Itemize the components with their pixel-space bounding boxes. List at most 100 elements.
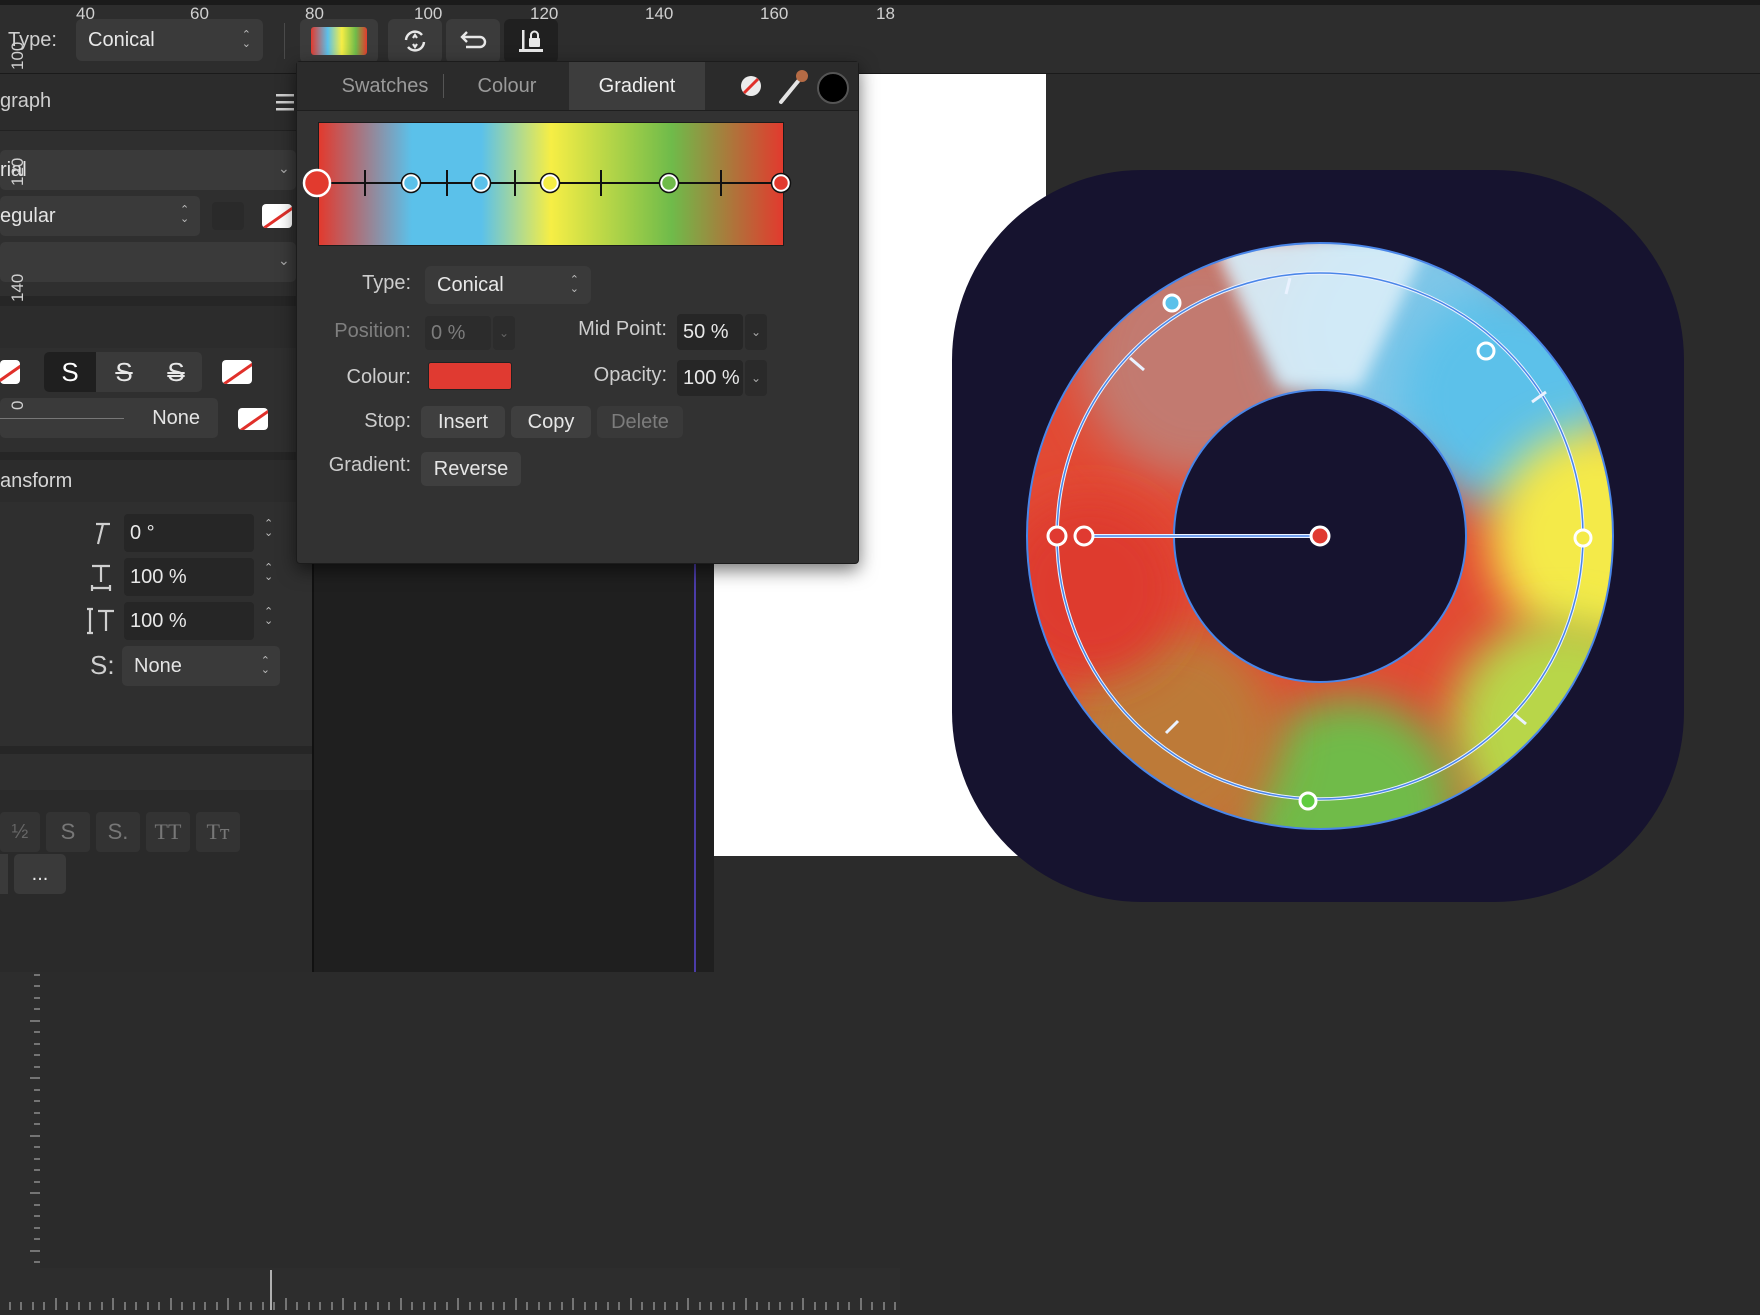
- gradient-swatch-icon: [311, 27, 367, 55]
- gradient-stop[interactable]: [771, 173, 791, 193]
- gradient-stop-selected[interactable]: [302, 168, 332, 198]
- gradient-stop[interactable]: [540, 173, 560, 193]
- gradient-stop[interactable]: [471, 173, 491, 193]
- underline-style-button[interactable]: S: [44, 352, 96, 392]
- rotation-field[interactable]: 0 °: [124, 514, 254, 552]
- glyph: ½: [11, 820, 29, 843]
- text-colour-swatch[interactable]: [212, 202, 244, 230]
- ruler-top: 40 60 80 100 120 140 160 18: [0, 4, 900, 1310]
- font-style-select[interactable]: egular: [0, 196, 200, 236]
- reverse-label: Reverse: [433, 457, 509, 480]
- shear-icon: S:: [90, 650, 115, 680]
- current-colour-well[interactable]: [817, 72, 849, 104]
- insert-stop-button[interactable]: Insert: [421, 406, 505, 438]
- gradient-swatch-button[interactable]: [300, 19, 378, 63]
- fraction-button[interactable]: ½: [0, 812, 40, 852]
- flip-button[interactable]: [388, 19, 442, 63]
- midpoint-field[interactable]: 50 %: [677, 314, 743, 350]
- font-size-select[interactable]: [0, 242, 296, 282]
- reverse-icon: [460, 31, 487, 49]
- superscript-button[interactable]: S: [46, 812, 90, 852]
- edge-button[interactable]: [0, 854, 8, 894]
- ruler-top-label: 120: [530, 4, 559, 23]
- chevron-down-icon: ⌄: [278, 252, 290, 268]
- stepper-icon[interactable]: ⌃ ⌄: [264, 563, 273, 583]
- type-select[interactable]: Conical ⌃ ⌄: [76, 19, 263, 61]
- selection-guide: [694, 560, 696, 972]
- center-handle[interactable]: [1309, 525, 1331, 547]
- rotation-value: 0 °: [130, 521, 155, 544]
- delete-stop-button[interactable]: Delete: [597, 406, 683, 438]
- tab-label: Colour: [477, 74, 537, 97]
- position-field[interactable]: 0 %: [425, 316, 491, 350]
- midpoint-value: 50 %: [683, 320, 729, 343]
- chevron-down-icon[interactable]: ⌄: [745, 360, 767, 396]
- shear-value: None: [134, 654, 182, 677]
- reverse-gradient-button[interactable]: Reverse: [421, 452, 521, 486]
- end-handle[interactable]: [1046, 525, 1068, 547]
- more-button[interactable]: ...: [14, 854, 66, 894]
- stop-handle[interactable]: [1476, 341, 1496, 361]
- chevron-down-icon[interactable]: ⌄: [493, 316, 515, 350]
- ruler-top-label: 80: [305, 4, 324, 23]
- stop-handle[interactable]: [1573, 528, 1593, 548]
- opacity-field[interactable]: 100 %: [677, 360, 743, 396]
- panel-edge: [312, 560, 314, 972]
- stop-colour-well[interactable]: [428, 362, 512, 390]
- double-strike-button[interactable]: S: [150, 352, 202, 392]
- all-caps-button[interactable]: TT: [146, 812, 190, 852]
- updown-icon: ⌃ ⌄: [260, 655, 270, 676]
- gradient-stop[interactable]: [659, 173, 679, 193]
- panel-menu-icon[interactable]: [274, 92, 296, 112]
- left-panel: graph rial ⌄ egular ⌃ ⌄ ⌄ S S S None ansf…: [0, 74, 312, 972]
- colour-popover: Swatches Colour Gradient Type: Conical ⌃…: [296, 61, 859, 564]
- section-divider: [0, 296, 312, 306]
- horizontal-scale-field[interactable]: 100 %: [124, 558, 254, 596]
- no-fill-swatch[interactable]: [0, 360, 20, 384]
- stepper-icon[interactable]: ⌃ ⌄: [264, 519, 273, 539]
- ruler-top-ticks: [9, 1270, 896, 1310]
- tab-divider: [443, 74, 444, 98]
- font-family-select[interactable]: rial: [0, 150, 296, 190]
- delete-label: Delete: [611, 410, 669, 433]
- updown-icon: ⌃ ⌄: [180, 204, 190, 225]
- ruler-top-label: 140: [645, 4, 674, 23]
- opacity-value: 100 %: [683, 366, 740, 389]
- tab-swatches[interactable]: Swatches: [317, 62, 453, 110]
- stepper-icon[interactable]: ⌃ ⌄: [264, 607, 273, 627]
- subscript-button[interactable]: S.: [96, 812, 140, 852]
- copy-stop-button[interactable]: Copy: [511, 406, 591, 438]
- horizontal-scale-icon: [90, 564, 112, 591]
- app-icon-artwork[interactable]: [950, 168, 1690, 908]
- start-handle[interactable]: [1073, 525, 1095, 547]
- shear-select[interactable]: None ⌃ ⌄: [122, 646, 280, 686]
- copy-label: Copy: [527, 410, 575, 433]
- stop-handle[interactable]: [1298, 791, 1318, 811]
- reverse-button[interactable]: [446, 19, 500, 63]
- no-colour-icon[interactable]: [739, 74, 763, 98]
- line-preview: [0, 418, 124, 419]
- type-label: Type:: [362, 272, 411, 294]
- line-style-value: None: [152, 406, 200, 429]
- glyph: Tт: [206, 819, 230, 844]
- chevron-down-icon[interactable]: ⌄: [745, 314, 767, 350]
- gradient-stops-track[interactable]: [299, 162, 809, 206]
- stop-label: Stop:: [364, 410, 411, 432]
- vertical-scale-field[interactable]: 100 %: [124, 602, 254, 640]
- stop-handle[interactable]: [1162, 293, 1182, 313]
- small-caps-button[interactable]: Tт: [196, 812, 240, 852]
- lock-button[interactable]: [504, 19, 558, 63]
- panel-title: graph: [0, 90, 52, 112]
- no-fill-swatch[interactable]: [262, 204, 292, 228]
- tab-gradient[interactable]: Gradient: [569, 62, 705, 110]
- colour-picker-icon[interactable]: [775, 66, 811, 106]
- ruler-left-label: 140: [8, 273, 27, 302]
- gradient-type-select[interactable]: Conical ⌃ ⌄: [425, 266, 591, 304]
- no-fill-swatch[interactable]: [238, 408, 268, 430]
- tab-colour[interactable]: Colour: [449, 62, 565, 110]
- gradient-stop[interactable]: [401, 173, 421, 193]
- updown-icon: ⌃ ⌄: [241, 29, 251, 50]
- strikethrough-button[interactable]: S: [98, 352, 150, 392]
- no-fill-swatch[interactable]: [222, 360, 252, 384]
- midpoint-label: Mid Point:: [578, 318, 667, 340]
